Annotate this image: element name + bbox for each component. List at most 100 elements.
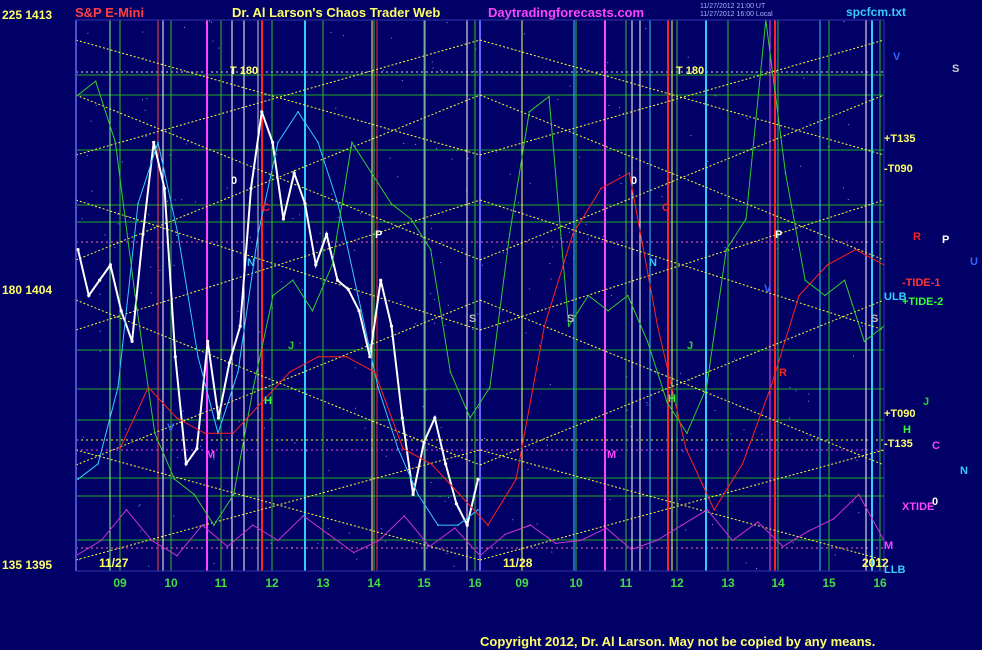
marker-v-day2: V [764,283,772,295]
instrument-title: S&P E-Mini [75,5,145,20]
series-point-fcm [317,141,319,144]
star-dot [587,238,589,240]
series-point-price [454,502,458,506]
marker-p-day2: P [775,229,783,241]
series-point-price [206,339,210,343]
series-point-price [465,523,469,527]
series-point-forecast [705,386,708,389]
marker-c-day2: C [662,202,670,214]
x-tick-label: 15 [417,576,431,590]
star-dot [451,158,453,160]
series-point-forecast [410,218,412,220]
star-dot [139,504,141,506]
star-dot [579,156,581,158]
star-dot [502,252,504,254]
marker-n-day2: N [649,257,657,269]
series-point-xtide [428,545,431,548]
star-dot [142,31,144,33]
series-point-xtide [681,524,683,526]
series-point-fcm [197,355,199,358]
series-point-fcm [437,524,439,526]
data-file-name: spcfcm.txt [846,5,907,19]
star-dot [194,201,196,203]
star-dot [800,165,802,167]
star-dot [176,235,178,237]
star-dot [269,418,271,420]
star-dot [620,183,622,185]
series-point-red-forecast [798,294,800,297]
star-dot [299,342,301,344]
line-label-xtide: XTIDE [902,501,935,513]
series-point-forecast [548,95,550,98]
star-dot [682,451,684,453]
star-dot [343,35,345,37]
star-dot [397,176,399,178]
star-dot [557,98,559,100]
star-dot [99,293,101,295]
series-point-red-forecast [232,432,234,435]
star-dot [328,470,330,472]
series-point-xtide [100,539,103,542]
series-point-price [476,477,480,481]
marker-o-day2: 0 [631,175,638,187]
star-dot [82,436,84,438]
series-point-forecast [429,248,432,251]
star-dot [430,481,432,483]
series-point-xtide [605,527,608,529]
marker-s-end: S [871,313,879,325]
star-dot [608,104,610,106]
series-point-forecast [567,325,570,327]
series-point-xtide [630,548,633,551]
series-point-forecast [686,432,688,435]
star-dot [184,27,186,29]
star-dot [335,107,337,109]
marker-s-day1: S [469,313,477,325]
star-dot [847,199,849,201]
series-point-red-forecast [345,355,348,358]
series-point-xtide [731,539,734,542]
star-dot [434,322,436,324]
series-point-fcm [397,447,399,450]
star-dot [150,292,152,294]
star-dot [159,269,161,271]
series-point-price [271,140,275,144]
series-point-red-forecast [373,371,376,373]
marker-j-day2: J [687,340,694,352]
y-label-top: 225 1413 [2,8,53,22]
star-dot [276,154,278,156]
star-dot [95,105,97,107]
series-point-xtide [504,533,507,536]
star-dot [177,457,179,459]
series-point-xtide [277,539,279,542]
series-point-xtide [378,539,380,542]
star-dot [319,232,321,234]
series-point-red-forecast [713,509,715,511]
star-dot [104,234,106,236]
star-dot [743,429,745,431]
series-point-price [249,186,253,190]
star-dot [472,71,474,73]
site-link[interactable]: Daytradingforecasts.com [488,5,644,20]
legend-v: V [893,51,901,63]
series-point-price [260,110,264,114]
series-point-price [152,140,156,144]
star-dot [127,215,129,217]
series-point-price [216,416,221,420]
star-dot [238,421,240,423]
x-tick-label: 11 [214,576,228,590]
x-tick-label: 10 [164,576,178,590]
star-dot [618,107,620,109]
series-point-fcm [117,386,119,389]
series-point-xtide [656,539,658,542]
star-dot [618,174,620,176]
star-dot [724,247,726,249]
series-point-fcm [357,294,359,297]
star-dot [330,31,332,33]
star-dot [430,293,432,295]
line-label-plus-t135: +T135 [884,133,916,145]
star-dot [536,523,538,525]
series-point-xtide [454,527,456,529]
series-point-red-forecast [317,355,319,358]
star-dot [569,85,571,87]
star-dot [414,143,416,145]
